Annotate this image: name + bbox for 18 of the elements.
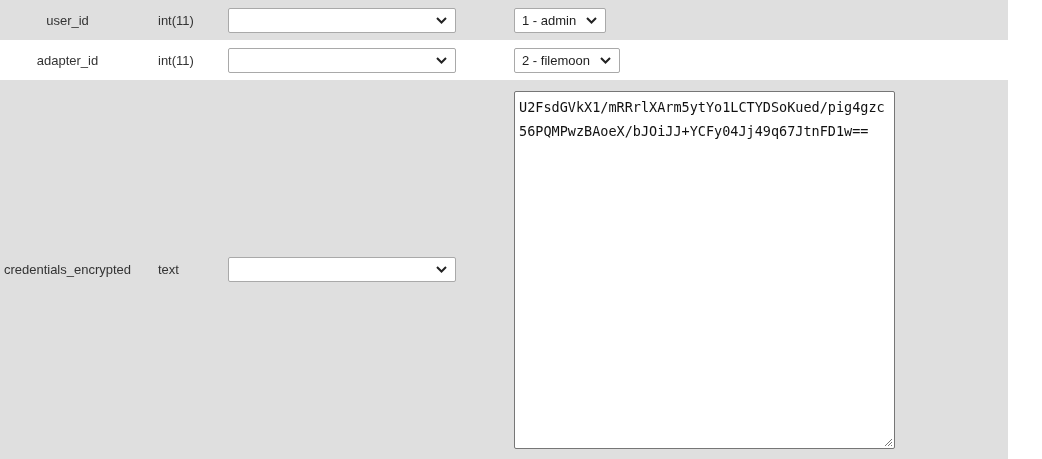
resize-handle-icon[interactable] (884, 437, 893, 447)
value-select[interactable]: 1 - admin (514, 7, 607, 33)
field-type: int(11) (157, 12, 194, 28)
field-type: text (157, 262, 179, 277)
function-select[interactable] (228, 7, 456, 33)
field-name: user_id (46, 12, 89, 28)
chevron-down-icon (436, 16, 447, 24)
field-name: credentials_encrypted (3, 262, 132, 277)
value-textarea[interactable]: U2FsdGVkX1/mRRrlXArm5ytYo1LCTYDSoKued/pig4gzc56PQMPwzBAoeX/bJOiJJ+YCFy04Jj49q67JtnFD1w== (514, 90, 895, 449)
field-type: int(11) (157, 52, 194, 68)
function-select[interactable] (228, 257, 456, 282)
chevron-down-icon (436, 266, 447, 273)
field-name: adapter_id (36, 52, 99, 68)
function-select[interactable] (228, 47, 456, 73)
chevron-down-icon (599, 56, 611, 64)
chevron-down-icon (586, 16, 598, 24)
chevron-down-icon (436, 56, 447, 64)
value-select[interactable]: 2 - filemoon (514, 47, 620, 73)
